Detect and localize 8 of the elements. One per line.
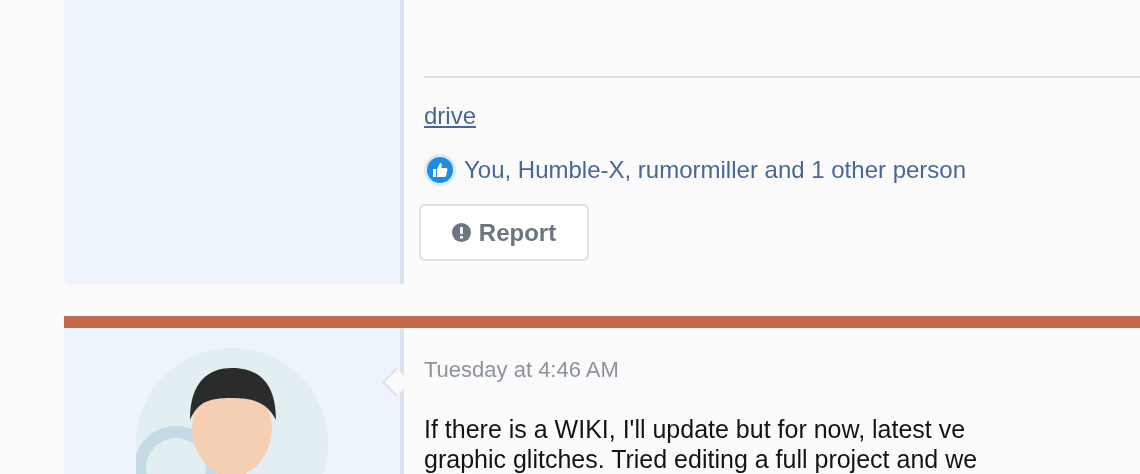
reaction-text[interactable]: You, Humble-X, rumormiller and 1 other person (464, 152, 967, 188)
post-date: Tuesday at 4:46 AM (424, 358, 619, 382)
report-button[interactable]: Report (419, 204, 589, 261)
post-text-line: If there is a WIKI, I'll update but for now, latest ve (424, 414, 966, 444)
alert-icon (451, 223, 471, 242)
link[interactable]: drive (424, 100, 477, 132)
post-text-line: graphic glitches. Tried editing a full project and we (424, 444, 978, 474)
thumbs-up-icon (424, 154, 456, 186)
